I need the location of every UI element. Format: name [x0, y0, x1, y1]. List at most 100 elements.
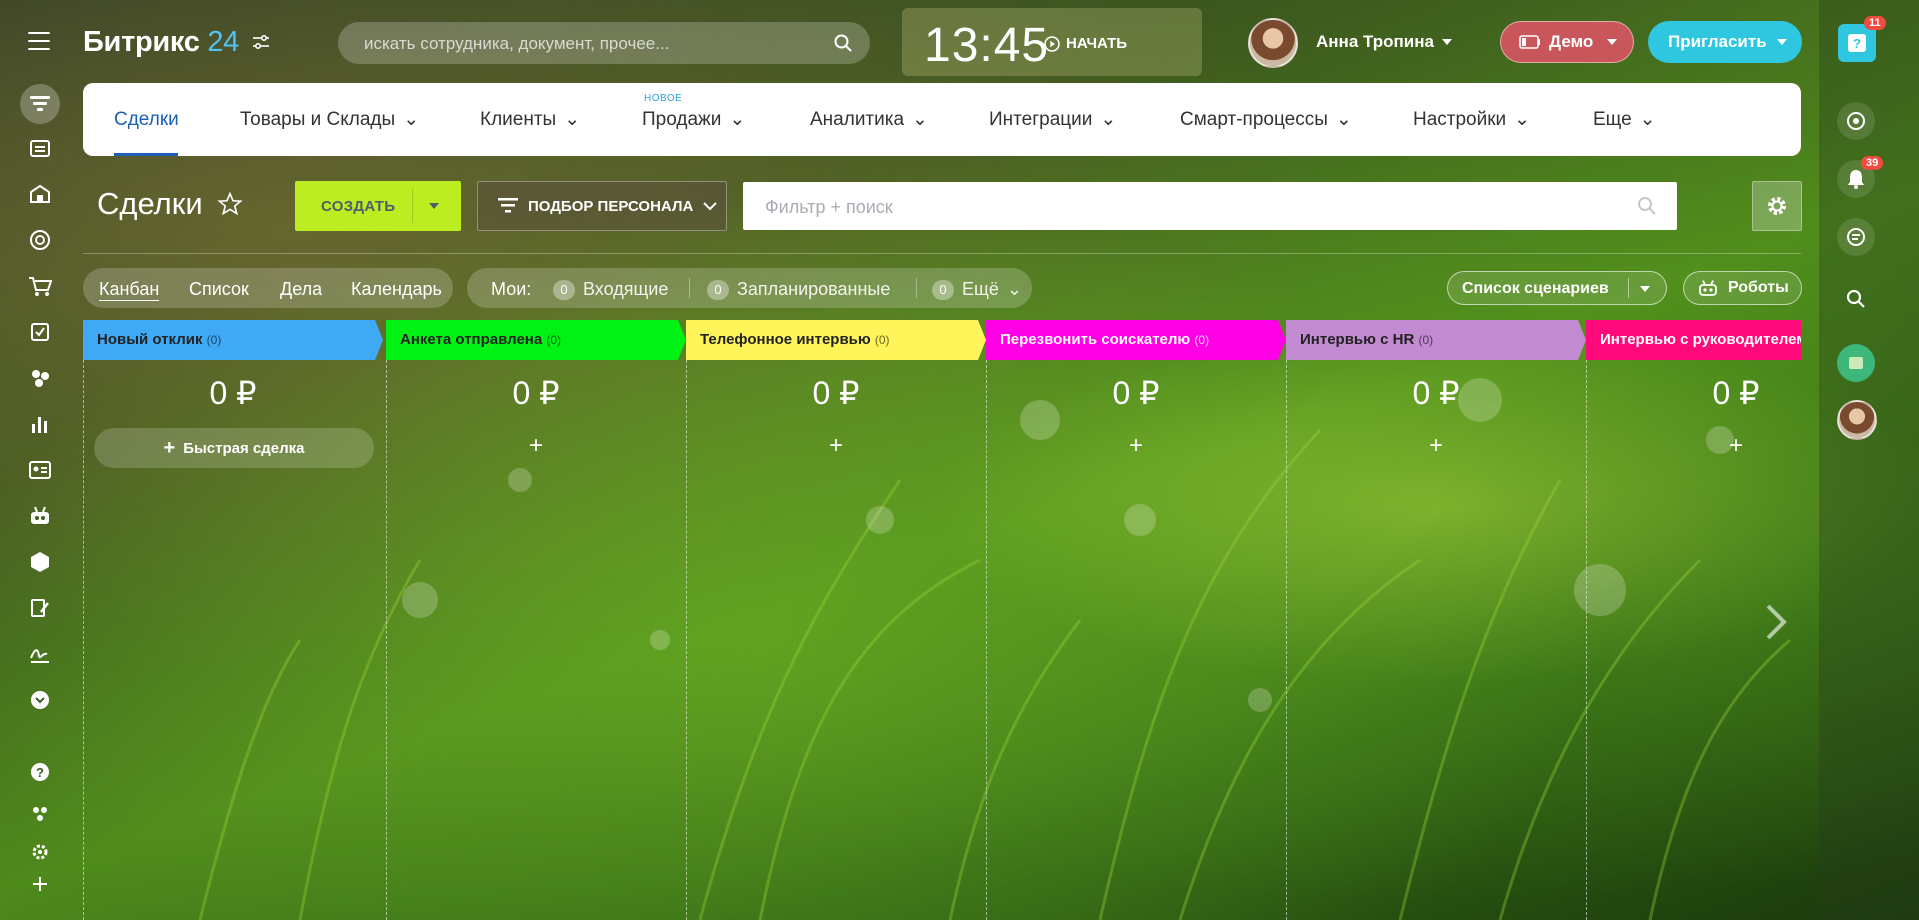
robot-icon — [1699, 280, 1717, 296]
sidebar-item-company[interactable] — [24, 178, 56, 210]
search-icon[interactable] — [1637, 196, 1657, 216]
play-icon — [1044, 35, 1060, 52]
tab-integrations[interactable]: Интеграции ⌄ — [989, 83, 1116, 156]
create-button[interactable]: СОЗДАТЬ — [295, 181, 461, 231]
sidebar-item-help[interactable]: ? — [24, 756, 56, 788]
sidebar-item-crm[interactable] — [20, 84, 60, 124]
create-label: СОЗДАТЬ — [321, 198, 396, 215]
column-header-label: Интервью с руководителем — [1600, 331, 1801, 348]
svg-text:?: ? — [1853, 36, 1861, 51]
battery-icon — [1519, 35, 1540, 49]
sidebar-item-shop[interactable] — [24, 270, 56, 302]
sidebar-item-tasks[interactable] — [24, 132, 56, 164]
tab-settings[interactable]: Настройки ⌄ — [1413, 83, 1530, 156]
menu-icon[interactable] — [28, 32, 50, 50]
add-deal-button[interactable]: + — [1286, 432, 1586, 460]
tab-deals[interactable]: Сделки — [114, 83, 179, 156]
sidebar-item-contacts[interactable] — [24, 454, 56, 486]
work-time-widget[interactable]: 13:45 НАЧАТЬ — [902, 8, 1202, 76]
sidebar-item-checklist[interactable] — [24, 316, 56, 348]
view-list[interactable]: Список — [189, 279, 249, 300]
groups-icon — [32, 370, 49, 387]
view-calendar[interactable]: Календарь — [351, 279, 442, 300]
sidebar-item-documents[interactable] — [24, 592, 56, 624]
view-kanban[interactable]: Канбан — [99, 279, 160, 301]
logo[interactable]: Битрикс 24 — [83, 26, 239, 59]
pipeline-label: ПОДБОР ПЕРСОНАЛА — [528, 197, 694, 215]
chevron-down-icon — [1441, 39, 1452, 45]
column-header-label: Перезвонить соискателю (0) — [1000, 331, 1210, 348]
column-sum: 0 ₽ — [512, 375, 560, 411]
column-header-label: Телефонное интервью (0) — [700, 331, 890, 348]
add-deal-button[interactable]: + — [986, 432, 1286, 460]
rside-item-search[interactable] — [1837, 280, 1875, 318]
sidebar-item-robots[interactable] — [24, 500, 56, 532]
activity-icon — [1847, 112, 1865, 130]
user-avatar[interactable] — [1248, 18, 1298, 68]
counter-planned[interactable]: 0 Запланированные — [707, 279, 890, 300]
right-sidebar: ? 11 39 — [1819, 0, 1919, 920]
quick-deal-button[interactable]: + Быстрая сделка — [94, 428, 374, 468]
sidebar-item-goals[interactable] — [24, 224, 56, 256]
tab-analytics[interactable]: Аналитика ⌄ — [810, 83, 928, 156]
chevron-down-icon: ⌄ — [1639, 109, 1656, 130]
scenarios-button[interactable]: Список сценариев — [1447, 271, 1667, 305]
signature-icon — [30, 649, 49, 663]
sidebar-item-groups[interactable] — [24, 362, 56, 394]
main-nav: НОВОЕ Сделки Товары и Склады ⌄ Клиенты ⌄ П… — [83, 83, 1801, 156]
pipeline-selector[interactable]: ПОДБОР ПЕРСОНАЛА — [477, 181, 727, 231]
counter-more[interactable]: 0 Ещё ⌄ — [932, 279, 1022, 300]
notifications-badge: 39 — [1861, 156, 1884, 170]
contact-card-icon — [29, 461, 51, 479]
my-counters: Мои: 0 Входящие 0 Запланированные 0 Ещё ⌄ — [467, 268, 1032, 308]
global-search-input[interactable] — [362, 22, 826, 66]
top-bar: Битрикс 24 13:45 НАЧАТЬ Анна Тропина Дем… — [0, 0, 1919, 84]
box-icon — [31, 552, 49, 572]
rside-item-notifications[interactable]: 39 — [1837, 156, 1884, 198]
user-menu[interactable]: Анна Тропина — [1316, 32, 1452, 52]
chevron-down-icon — [1607, 39, 1618, 45]
add-deal-button[interactable]: + — [1586, 432, 1886, 460]
help-button[interactable]: ? 11 — [1838, 16, 1886, 62]
rside-item-feed[interactable] — [1837, 102, 1875, 140]
tab-smart-processes[interactable]: Смарт-процессы ⌄ — [1180, 83, 1352, 156]
settings-button[interactable] — [1752, 181, 1802, 231]
settings-sliders-icon[interactable] — [252, 34, 270, 50]
sidebar-item-add[interactable] — [24, 868, 56, 900]
filter-search-input[interactable] — [763, 182, 1627, 232]
gear-icon — [1768, 197, 1786, 215]
sidebar-item-inventory[interactable] — [24, 546, 56, 578]
create-dropdown-icon[interactable] — [429, 203, 439, 209]
add-deal-button[interactable]: + — [686, 432, 986, 460]
rside-item-chat[interactable] — [1837, 218, 1875, 256]
sidebar-item-settings[interactable] — [24, 836, 56, 868]
funnel-icon — [498, 198, 518, 213]
star-icon[interactable] — [216, 191, 243, 217]
scroll-right-button[interactable] — [1752, 582, 1800, 662]
active-tab-underline — [114, 153, 178, 156]
chevron-down-icon: ⌄ — [564, 109, 581, 130]
sidebar-item-more[interactable] — [24, 684, 56, 716]
demo-button[interactable]: Демо — [1500, 21, 1634, 63]
sidebar-item-sign[interactable] — [24, 638, 56, 670]
start-workday-button[interactable]: НАЧАТЬ — [1044, 35, 1127, 52]
tab-more[interactable]: Еще ⌄ — [1593, 83, 1656, 156]
view-activities[interactable]: Дела — [280, 279, 322, 300]
add-deal-button[interactable]: + — [386, 432, 686, 460]
scenarios-dropdown-icon[interactable] — [1640, 286, 1650, 292]
tab-products[interactable]: Товары и Склады ⌄ — [240, 83, 419, 156]
sidebar-item-analytics[interactable] — [24, 408, 56, 440]
invite-button[interactable]: Пригласить — [1648, 21, 1802, 63]
counter-incoming[interactable]: 0 Входящие — [553, 279, 668, 300]
svg-text:?: ? — [36, 765, 44, 780]
document-edit-icon — [31, 599, 49, 617]
tab-clients[interactable]: Клиенты ⌄ — [480, 83, 580, 156]
column-header-label: Интервью с HR (0) — [1300, 331, 1434, 348]
sidebar-item-network[interactable] — [24, 798, 56, 830]
bell-icon — [1848, 170, 1864, 189]
robots-button[interactable]: Роботы — [1683, 271, 1802, 305]
search-icon[interactable] — [834, 34, 852, 52]
network-icon — [33, 807, 47, 821]
funnel-icon — [30, 96, 50, 111]
tab-sales[interactable]: Продажи ⌄ — [642, 83, 745, 156]
